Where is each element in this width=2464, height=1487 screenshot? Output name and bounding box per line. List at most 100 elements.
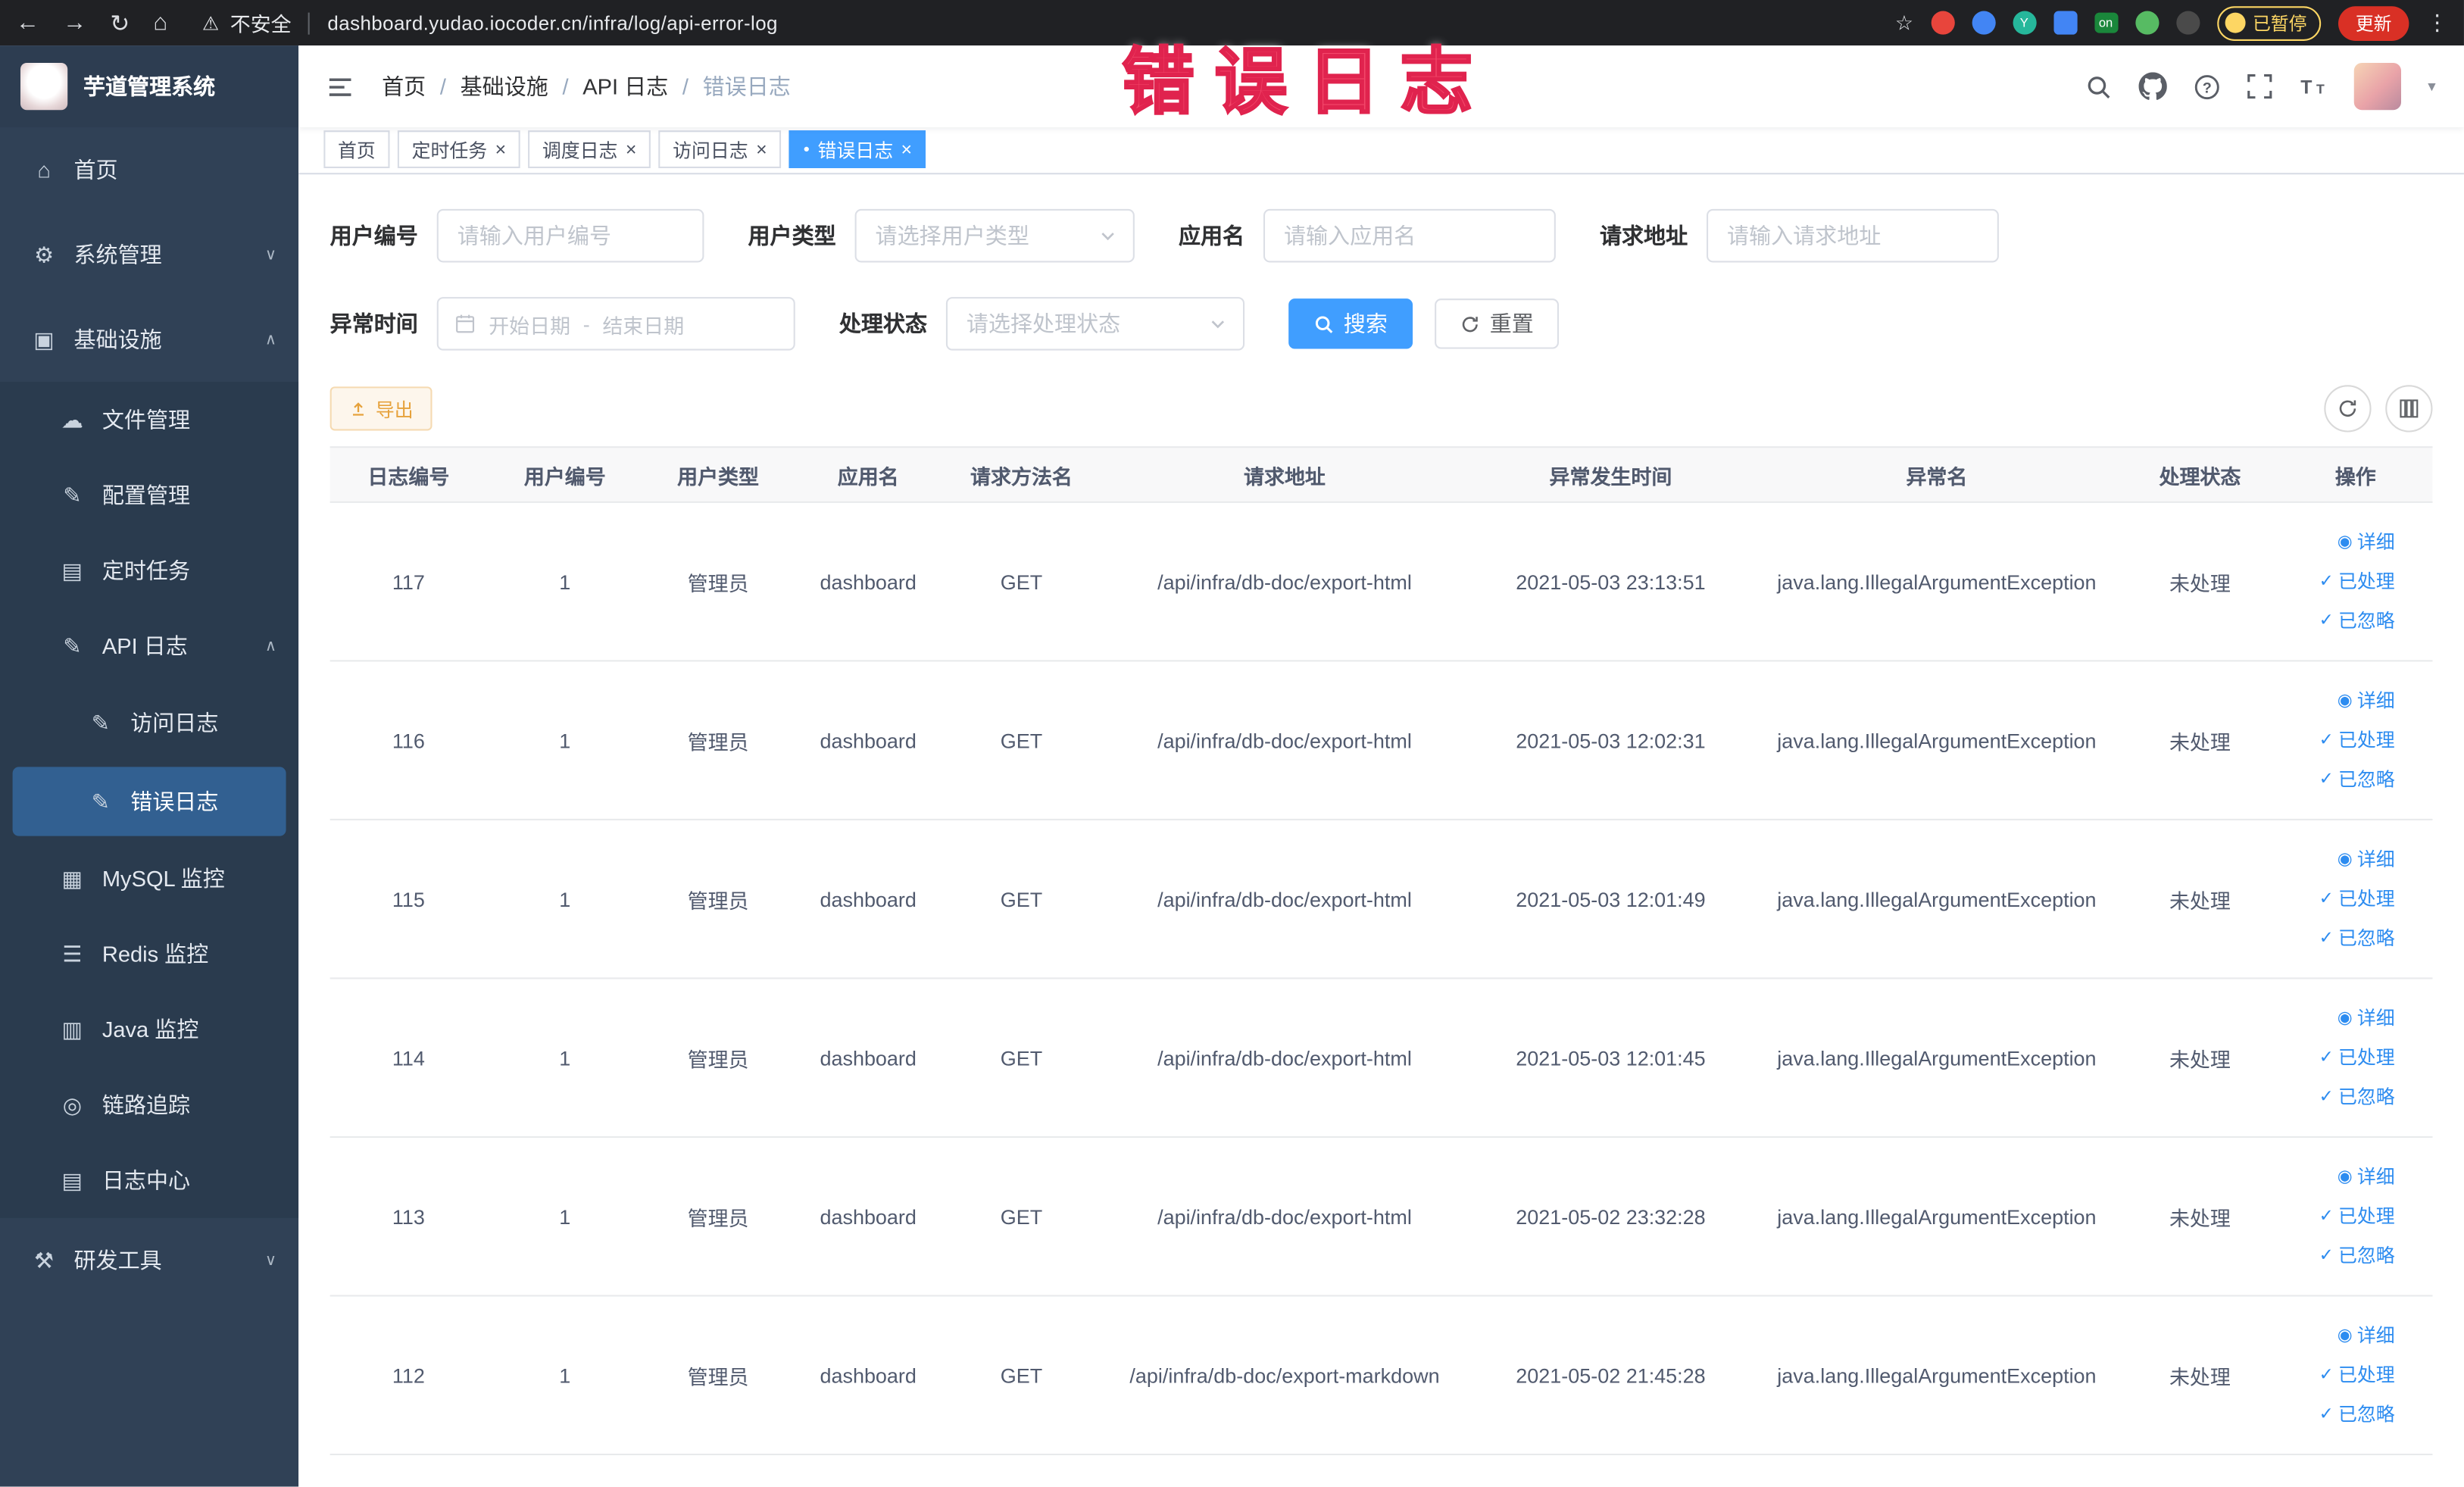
help-icon[interactable]: ?	[2194, 73, 2220, 99]
tab-close-icon[interactable]: ×	[901, 140, 912, 159]
ignored-action[interactable]: ✓ 已忽略	[2319, 1396, 2395, 1432]
search-icon	[1313, 314, 1334, 334]
tab-close-icon[interactable]: ×	[626, 140, 637, 159]
user-type-select[interactable]: 请选择用户类型	[854, 208, 1135, 263]
extension-icon-teal[interactable]: Y	[2012, 11, 2036, 35]
processed-action[interactable]: ✓ 已处理	[2319, 881, 2395, 917]
processed-action[interactable]: ✓ 已处理	[2319, 1039, 2395, 1076]
extension-icon-on-badge[interactable]: on	[2094, 12, 2118, 33]
detail-action[interactable]: ◉ 详细	[2338, 1318, 2395, 1354]
github-icon[interactable]	[2138, 72, 2167, 100]
sidebar-item-file-mgmt[interactable]: ☁ 文件管理	[0, 382, 298, 458]
row-actions: ◉ 详细 ✓ 已处理 ✓ 已忽略	[2278, 1000, 2432, 1114]
eye-icon: ◎	[62, 1091, 83, 1117]
paused-badge[interactable]: 已暂停	[2216, 5, 2322, 40]
back-icon[interactable]: ←	[16, 9, 39, 36]
process-status-label: 处理状态	[839, 311, 928, 336]
font-size-icon[interactable]: TT	[2299, 74, 2327, 99]
table-row: 113 1 管理员 dashboard GET /api/infra/db-do…	[329, 1138, 2433, 1297]
sidebar-item-java-monitor[interactable]: ▥ Java 监控	[0, 992, 298, 1067]
sidebar-item-system-mgmt[interactable]: ⚙ 系统管理 ∨	[0, 212, 298, 297]
sidebar-item-home[interactable]: ⌂ 首页	[0, 127, 298, 212]
tab-close-icon[interactable]: ×	[756, 140, 767, 159]
eye-icon: ◉	[2337, 1007, 2353, 1027]
detail-action[interactable]: ◉ 详细	[2338, 524, 2395, 561]
exception-time-range-picker[interactable]: 开始日期 - 结束日期	[436, 297, 795, 351]
forward-icon[interactable]: →	[63, 9, 86, 36]
sidebar-item-log-center[interactable]: ▤ 日志中心	[0, 1142, 298, 1218]
sidebar-item-scheduled-tasks[interactable]: ▤ 定时任务	[0, 533, 298, 608]
cell-log-id: 117	[392, 570, 425, 594]
sidebar-item-mysql-monitor[interactable]: ▦ MySQL 监控	[0, 841, 298, 917]
table-row: 116 1 管理员 dashboard GET /api/infra/db-do…	[329, 661, 2433, 820]
sidebar-item-dev-tools[interactable]: ⚒ 研发工具 ∨	[0, 1218, 298, 1303]
detail-action[interactable]: ◉ 详细	[2338, 1000, 2395, 1036]
more-menu-icon[interactable]: ⋮	[2426, 9, 2448, 36]
user-id-input[interactable]	[436, 208, 704, 263]
fullscreen-icon[interactable]	[2247, 74, 2272, 99]
sidebar-item-infrastructure[interactable]: ▣ 基础设施 ∧	[0, 297, 298, 382]
cell-log-id: 114	[392, 1045, 425, 1070]
active-dot-icon: ●	[803, 143, 810, 155]
address-bar[interactable]: ⚠ 不安全 dashboard.yudao.iocoder.cn/infra/l…	[202, 8, 778, 37]
processed-action[interactable]: ✓ 已处理	[2319, 1357, 2395, 1393]
sidebar-item-api-log[interactable]: ✎ API 日志 ∧	[0, 608, 298, 684]
divider	[308, 11, 311, 34]
detail-action[interactable]: ◉ 详细	[2338, 842, 2395, 878]
table-row: 115 1 管理员 dashboard GET /api/infra/db-do…	[329, 820, 2433, 979]
table-toolbar: 导出	[298, 385, 2464, 446]
sidebar-item-trace[interactable]: ◎ 链路追踪	[0, 1067, 298, 1143]
process-status-select[interactable]: 请选择处理状态	[945, 297, 1245, 351]
export-button[interactable]: 导出	[329, 386, 433, 431]
ignored-action[interactable]: ✓ 已忽略	[2319, 603, 2395, 639]
cell-log-id: 112	[392, 1363, 425, 1387]
grid-icon: ▦	[61, 865, 83, 891]
bookmark-star-icon[interactable]: ☆	[1895, 10, 1913, 35]
navbar-actions: ? TT ▾	[2085, 62, 2436, 111]
processed-action[interactable]: ✓ 已处理	[2319, 1198, 2395, 1235]
processed-action[interactable]: ✓ 已处理	[2319, 564, 2395, 600]
reset-button[interactable]: 重置	[1435, 298, 1560, 349]
tab-dispatch-log[interactable]: 调度日志 ×	[528, 130, 651, 168]
tab-home[interactable]: 首页	[323, 130, 390, 168]
home-icon[interactable]: ⌂	[153, 9, 167, 36]
sidebar-item-config-mgmt[interactable]: ✎ 配置管理	[0, 458, 298, 533]
app-name-input[interactable]	[1263, 208, 1556, 263]
ignored-action[interactable]: ✓ 已忽略	[2319, 1238, 2395, 1274]
extension-icon-grid[interactable]	[2053, 11, 2077, 35]
search-button[interactable]: 搜索	[1288, 298, 1413, 349]
column-settings-button[interactable]	[2385, 385, 2433, 433]
ignored-action[interactable]: ✓ 已忽略	[2319, 761, 2395, 798]
tab-close-icon[interactable]: ×	[495, 140, 507, 159]
tab-access-log[interactable]: 访问日志 ×	[658, 130, 782, 168]
extension-icon-paw[interactable]	[2175, 11, 2200, 35]
eye-icon: ◉	[2337, 690, 2353, 710]
extension-icon-red[interactable]	[1930, 11, 1954, 35]
hamburger-icon[interactable]	[327, 73, 354, 99]
search-icon[interactable]	[2085, 73, 2112, 99]
sidebar-item-access-log[interactable]: ✎ 访问日志	[0, 683, 298, 762]
tab-error-log[interactable]: ● 错误日志 ×	[789, 130, 926, 168]
breadcrumb-home[interactable]: 首页	[382, 70, 426, 102]
reload-icon[interactable]: ↻	[110, 8, 130, 36]
sidebar-item-redis-monitor[interactable]: ☰ Redis 监控	[0, 916, 298, 992]
detail-action[interactable]: ◉ 详细	[2338, 683, 2395, 719]
tab-scheduled-tasks[interactable]: 定时任务 ×	[397, 130, 520, 168]
extension-icon-blue[interactable]	[1971, 11, 1995, 35]
ignored-action[interactable]: ✓ 已忽略	[2319, 920, 2395, 957]
extension-icon-leaf[interactable]	[2135, 11, 2159, 35]
update-button[interactable]: 更新	[2338, 5, 2409, 40]
refresh-button[interactable]	[2324, 385, 2372, 433]
detail-action[interactable]: ◉ 详细	[2338, 1159, 2395, 1195]
url-text[interactable]: dashboard.yudao.iocoder.cn/infra/log/api…	[327, 12, 778, 34]
request-url-input[interactable]	[1707, 208, 1999, 263]
ignored-action[interactable]: ✓ 已忽略	[2319, 1079, 2395, 1115]
processed-action[interactable]: ✓ 已处理	[2319, 722, 2395, 758]
breadcrumb-api-log[interactable]: API 日志	[582, 70, 668, 102]
table-row: 112 1 管理员 dashboard GET /api/infra/db-do…	[329, 1297, 2433, 1456]
breadcrumb-infrastructure[interactable]: 基础设施	[461, 70, 548, 102]
user-avatar[interactable]	[2353, 62, 2401, 111]
row-actions: ◉ 详细 ✓ 已处理 ✓ 已忽略	[2278, 842, 2432, 956]
caret-down-icon[interactable]: ▾	[2428, 78, 2435, 95]
sidebar-item-error-log[interactable]: ✎ 错误日志	[12, 767, 286, 836]
